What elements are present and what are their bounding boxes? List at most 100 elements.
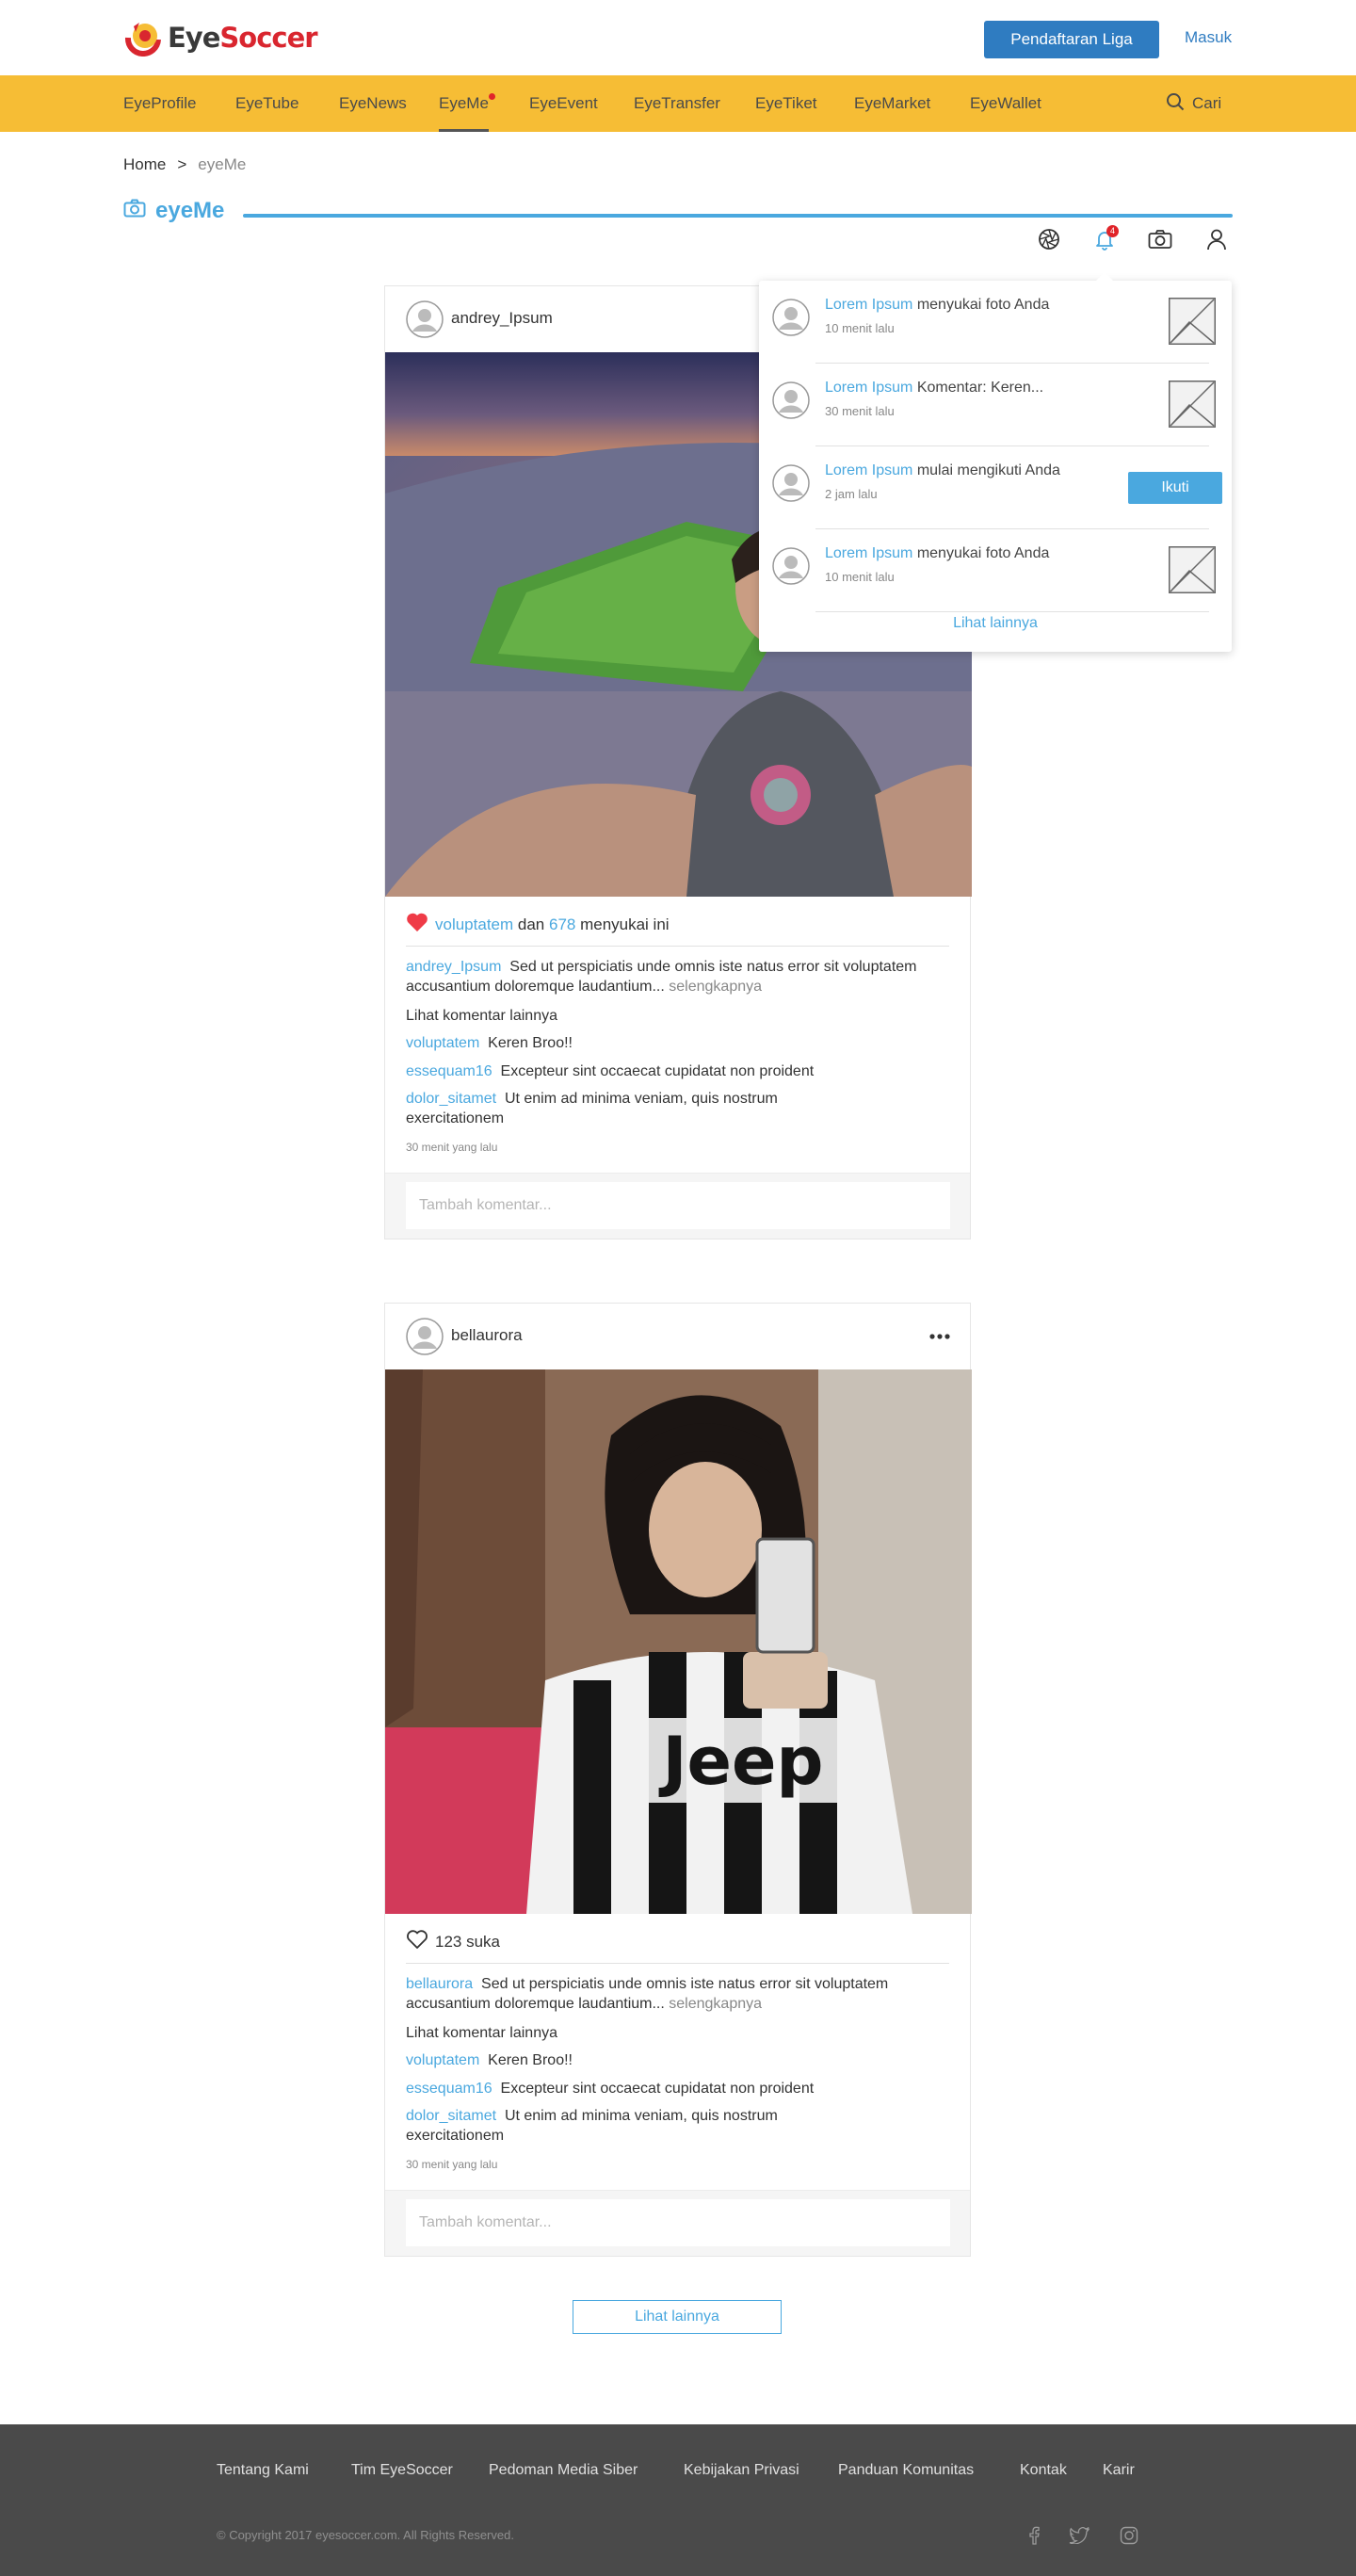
notification-message: menyukai foto Anda <box>912 545 1050 561</box>
comment-username[interactable]: dolor_sitamet <box>406 2108 496 2124</box>
footer-link-about[interactable]: Tentang Kami <box>217 2462 309 2479</box>
twitter-icon[interactable] <box>1068 2524 1090 2547</box>
camera-icon <box>123 198 146 224</box>
image-placeholder-icon[interactable] <box>1169 381 1216 428</box>
upload-photo-button[interactable] <box>1146 227 1174 255</box>
new-indicator-dot <box>488 93 495 100</box>
profile-button[interactable] <box>1203 227 1231 255</box>
post-username[interactable]: bellaurora <box>451 1326 523 1345</box>
notification-message: menyukai foto Anda <box>912 297 1050 313</box>
notification-item[interactable]: Lorem Ipsum Komentar: Keren... 30 menit … <box>772 364 1217 446</box>
instagram-icon[interactable] <box>1118 2524 1140 2547</box>
more-dots-icon[interactable] <box>928 1324 951 1346</box>
login-link[interactable]: Masuk <box>1185 28 1232 47</box>
notification-user[interactable]: Lorem Ipsum <box>825 297 912 313</box>
comment: dolor_sitamet Ut enim ad minima veniam, … <box>406 2106 877 2146</box>
likes-count: 123 suka <box>435 1932 500 1951</box>
comment-username[interactable]: dolor_sitamet <box>406 1091 496 1107</box>
comment-username[interactable]: voluptatem <box>406 1035 479 1051</box>
image-placeholder-icon[interactable] <box>1169 298 1216 345</box>
footer-link-media-guidelines[interactable]: Pedoman Media Siber <box>489 2462 638 2479</box>
comment-username[interactable]: essequam16 <box>406 2081 492 2097</box>
avatar <box>772 299 810 341</box>
register-league-button[interactable]: Pendaftaran Liga <box>984 21 1159 58</box>
notification-message: Komentar: Keren... <box>912 380 1044 396</box>
site-footer: Tentang Kami Tim EyeSoccer Pedoman Media… <box>0 2424 1356 2576</box>
footer-link-community[interactable]: Panduan Komunitas <box>838 2462 974 2479</box>
user-icon <box>1205 228 1228 255</box>
heart-filled-icon[interactable] <box>406 912 428 937</box>
notifications-see-more-link[interactable]: Lihat lainnya <box>759 615 1232 632</box>
page-title-text: eyeMe <box>155 198 225 223</box>
image-placeholder-icon[interactable] <box>1169 546 1216 593</box>
avatar <box>772 381 810 424</box>
comment-text: Excepteur sint occaecat cupidatat non pr… <box>500 2081 815 2097</box>
site-header: EyeSoccer Pendaftaran Liga Masuk <box>0 0 1356 75</box>
post-comment-bar <box>385 2190 970 2256</box>
comment-username[interactable]: voluptatem <box>406 2052 479 2068</box>
comment: essequam16 Excepteur sint occaecat cupid… <box>406 2079 933 2098</box>
footer-link-team[interactable]: Tim EyeSoccer <box>351 2462 453 2479</box>
nav-item-eyetube[interactable]: EyeTube <box>235 75 299 132</box>
main-nav: EyeProfile EyeTube EyeNews EyeMe EyeEven… <box>0 75 1356 132</box>
avatar[interactable] <box>406 1318 444 1360</box>
breadcrumb-current: eyeMe <box>198 155 247 173</box>
caption-username[interactable]: andrey_Ipsum <box>406 959 501 975</box>
nav-item-eyeevent[interactable]: EyeEvent <box>529 75 598 132</box>
footer-link-contact[interactable]: Kontak <box>1020 2462 1067 2479</box>
notification-message: mulai mengikuti Anda <box>912 462 1060 478</box>
add-comment-input[interactable] <box>406 2199 950 2246</box>
view-more-comments-link[interactable]: Lihat komentar lainnya <box>406 1006 933 1026</box>
search-button[interactable]: Cari <box>1166 75 1221 132</box>
avatar[interactable] <box>406 300 444 343</box>
footer-link-careers[interactable]: Karir <box>1103 2462 1135 2479</box>
footer-link-privacy[interactable]: Kebijakan Privasi <box>684 2462 799 2479</box>
notification-item[interactable]: Lorem Ipsum menyukai foto Anda 10 menit … <box>772 281 1217 364</box>
site-logo[interactable]: EyeSoccer <box>122 17 318 58</box>
logo-text-eye: Eye <box>168 22 220 54</box>
nav-item-label: EyeMe <box>439 94 489 112</box>
post-header: bellaurora <box>385 1304 970 1369</box>
read-more-link[interactable]: selengkapnya <box>665 1996 762 2012</box>
notification-user[interactable]: Lorem Ipsum <box>825 462 912 478</box>
add-comment-input[interactable] <box>406 1182 950 1229</box>
view-more-comments-link[interactable]: Lihat komentar lainnya <box>406 2023 933 2043</box>
explore-button[interactable] <box>1035 227 1063 255</box>
load-more-button[interactable]: Lihat lainnya <box>573 2300 782 2334</box>
nav-item-eyeprofile[interactable]: EyeProfile <box>123 75 196 132</box>
notification-user[interactable]: Lorem Ipsum <box>825 545 912 561</box>
facebook-icon[interactable] <box>1023 2524 1045 2547</box>
nav-item-eyeme[interactable]: EyeMe <box>439 75 495 132</box>
breadcrumb-separator: > <box>177 155 187 173</box>
search-icon <box>1166 92 1185 116</box>
nav-item-eyewallet[interactable]: EyeWallet <box>970 75 1041 132</box>
caption-username[interactable]: bellaurora <box>406 1976 473 1992</box>
logo-text-soccer: Soccer <box>219 22 317 54</box>
divider <box>815 611 1209 612</box>
notification-user[interactable]: Lorem Ipsum <box>825 380 912 396</box>
notification-text: Lorem Ipsum mulai mengikuti Anda <box>825 462 1060 479</box>
svg-text:Jeep: Jeep <box>658 1723 823 1800</box>
likes-user-link[interactable]: voluptatem <box>435 915 513 933</box>
nav-item-eyetransfer[interactable]: EyeTransfer <box>634 75 720 132</box>
likes-count-link[interactable]: 678 <box>549 915 575 933</box>
comment: dolor_sitamet Ut enim ad minima veniam, … <box>406 1089 877 1128</box>
follow-button[interactable]: Ikuti <box>1128 472 1222 504</box>
notification-badge: 4 <box>1106 225 1119 237</box>
post-username[interactable]: andrey_Ipsum <box>451 309 553 328</box>
nav-item-eyetiket[interactable]: EyeTiket <box>755 75 817 132</box>
nav-item-eyemarket[interactable]: EyeMarket <box>854 75 930 132</box>
notifications-button[interactable]: 4 <box>1090 225 1119 255</box>
post-photo-juventus-selfie[interactable]: Jeep <box>385 1369 972 1914</box>
notification-item[interactable]: Lorem Ipsum mulai mengikuti Anda 2 jam l… <box>772 446 1222 529</box>
notification-time: 2 jam lalu <box>825 487 878 501</box>
notification-time: 10 menit lalu <box>825 321 895 335</box>
post-likes: voluptatem dan 678 menyukai ini <box>406 912 670 937</box>
breadcrumb-home[interactable]: Home <box>123 155 166 174</box>
read-more-link[interactable]: selengkapnya <box>665 979 762 995</box>
nav-item-eyenews[interactable]: EyeNews <box>339 75 407 132</box>
comment-username[interactable]: essequam16 <box>406 1063 492 1079</box>
notification-text: Lorem Ipsum Komentar: Keren... <box>825 380 1043 397</box>
notification-item[interactable]: Lorem Ipsum menyukai foto Anda 10 menit … <box>772 529 1217 612</box>
heart-outline-icon[interactable] <box>406 1929 428 1954</box>
